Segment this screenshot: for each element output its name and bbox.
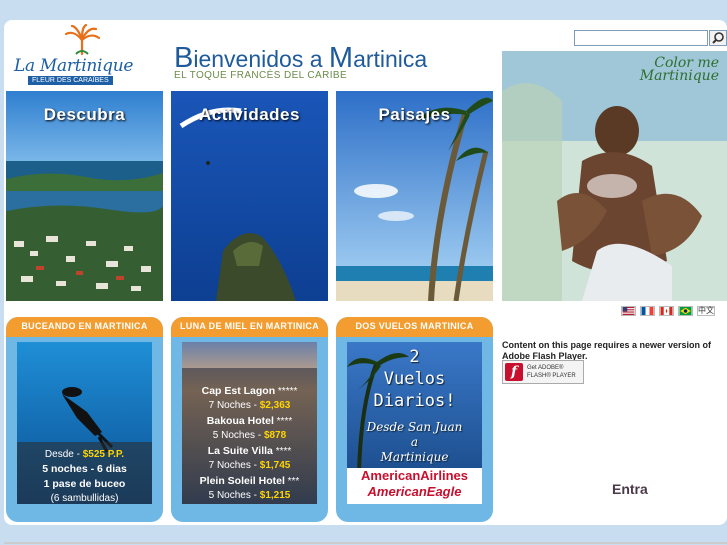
france-flag-icon[interactable] [640,306,655,316]
panel-label-actividades: Actividades [199,105,300,124]
hotel-list: Cap Est Lagon ***** 7 Noches - $2,363 Ba… [182,384,317,503]
dives-count-text: (6 sambullidas) [50,493,119,504]
nights-text: 7 Noches - [208,460,260,471]
flash-badge-label: Get ADOBE® FLASH® PLAYER [527,364,576,380]
page-container: La Martinique FLEUR DES CARAÏBES Bienven… [4,20,727,525]
hotel-price-line: 5 Noches - $1,215 [182,489,317,503]
color-me-martinique-banner[interactable]: Color me Martinique [502,51,727,301]
flights-headline: 2 Vuelos Diarios! [347,346,482,412]
welcome-rest: artinica [353,46,428,72]
hotel-stars: *** [287,476,300,487]
hotel-price-line: 7 Noches - $1,745 [182,459,317,473]
logo-tagline: FLEUR DES CARAÏBES [28,76,113,85]
hotel-name: Cap Est Lagon [201,385,276,397]
nights-text: 5 Noches - [208,490,260,501]
language-flags: 中文 [621,306,715,316]
diving-offer-text: Desde - $525 P.P. 5 noches - 6 dias 1 pa… [17,448,152,504]
flash-required-message: Content on this page requires a newer ve… [502,340,712,361]
panel-label-paisajes: Paisajes [378,105,451,124]
page-subtitle: EL TOQUE FRANCÉS DEL CARIBE [174,70,348,81]
search-input[interactable] [574,30,708,46]
diving-image-area: Desde - $525 P.P. 5 noches - 6 dias 1 pa… [17,342,152,504]
promo-buceando[interactable]: BUCEANDO EN MARTINICA Desde - $525 P.P. … [6,317,163,522]
flights-origin: Desde San Juan [366,420,463,434]
nights-text: 7 Noches - [208,400,260,411]
flower-icon [64,24,101,56]
hotel-price: $1,745 [259,460,291,471]
color-me-martinique-script: Color me Martinique [639,56,719,84]
airline-name-1: AmericanAirlines [361,468,468,483]
hotel-item: La Suite Villa **** [182,444,317,459]
flights-route: Desde San Juan a Martinique [347,420,482,465]
hotel-stars: ***** [277,386,298,397]
script-line-2: Martinique [639,68,719,84]
price-value: $525 P.P. [82,449,125,460]
promo-dos-vuelos[interactable]: DOS VUELOS MARTINICA 2 Vuelos Diarios! D… [336,317,493,522]
logo-name: La Martinique [14,56,134,76]
hotel-price: $878 [263,430,287,441]
us-flag-icon[interactable] [621,306,636,316]
bottom-divider [4,542,727,544]
search-icon [712,32,724,44]
dive-pass-text: 1 pase de buceo [43,478,126,490]
hotel-name: Bakoua Hotel [206,415,274,427]
welcome-mid: ienvenidos a [193,46,329,72]
hotel-item: Bakoua Hotel **** [182,414,317,429]
panel-descubra[interactable]: Descubra [6,91,163,301]
hotel-stars: **** [276,416,293,427]
promo-title: LUNA DE MIEL EN MARTINICA [171,317,328,337]
flash-badge-line2: FLASH® PLAYER [527,373,576,379]
brazil-flag-icon[interactable] [678,306,693,316]
promo-title: DOS VUELOS MARTINICA [336,317,493,337]
entra-link[interactable]: Entra [612,481,648,497]
search-button[interactable] [709,30,727,46]
hotel-item: Plein Soleil Hotel *** [182,474,317,489]
nights-text: 5 Noches - [212,430,264,441]
hotel-item: Cap Est Lagon ***** [182,384,317,399]
hotel-name: La Suite Villa [207,445,273,457]
get-flash-player-button[interactable]: f Get ADOBE® FLASH® PLAYER [502,360,584,384]
hotel-price: $2,363 [259,400,291,411]
flash-badge-line1: Get ADOBE® [527,365,564,371]
price-prefix: Desde - [44,449,83,460]
flights-destination: Martinique [380,450,449,464]
hotel-stars: **** [275,446,292,457]
flights-word: Vuelos [383,369,446,389]
hotel-name: Plein Soleil Hotel [199,475,285,487]
flights-number: 2 [409,347,420,367]
airline-name-2: AmericanEagle [367,484,462,499]
dancer-photo [502,51,727,301]
american-airlines-logo: AmericanAirlines AmericanEagle [347,468,482,500]
honeymoon-image-area: Cap Est Lagon ***** 7 Noches - $2,363 Ba… [182,342,317,504]
chinese-language-link[interactable]: 中文 [697,306,715,316]
flights-to: a [410,435,419,449]
flights-daily: Diarios! [373,391,456,411]
hotel-price: $1,215 [259,490,291,501]
hotel-price-line: 7 Noches - $2,363 [182,399,317,413]
panel-actividades[interactable]: Actividades [171,91,328,301]
promo-luna-de-miel[interactable]: LUNA DE MIEL EN MARTINICA Cap Est Lagon … [171,317,328,522]
hotel-price-line: 5 Noches - $878 [182,429,317,443]
la-martinique-logo[interactable]: La Martinique FLEUR DES CARAÏBES [14,24,133,86]
flights-image-area: 2 Vuelos Diarios! Desde San Juan a Marti… [347,342,482,504]
flash-icon: f [505,363,523,381]
duration-text: 5 noches - 6 dias [42,463,127,475]
panel-paisajes[interactable]: Paisajes [336,91,493,301]
panel-label-descubra: Descubra [43,105,126,124]
canada-flag-icon[interactable] [659,306,674,316]
promo-title: BUCEANDO EN MARTINICA [6,317,163,337]
